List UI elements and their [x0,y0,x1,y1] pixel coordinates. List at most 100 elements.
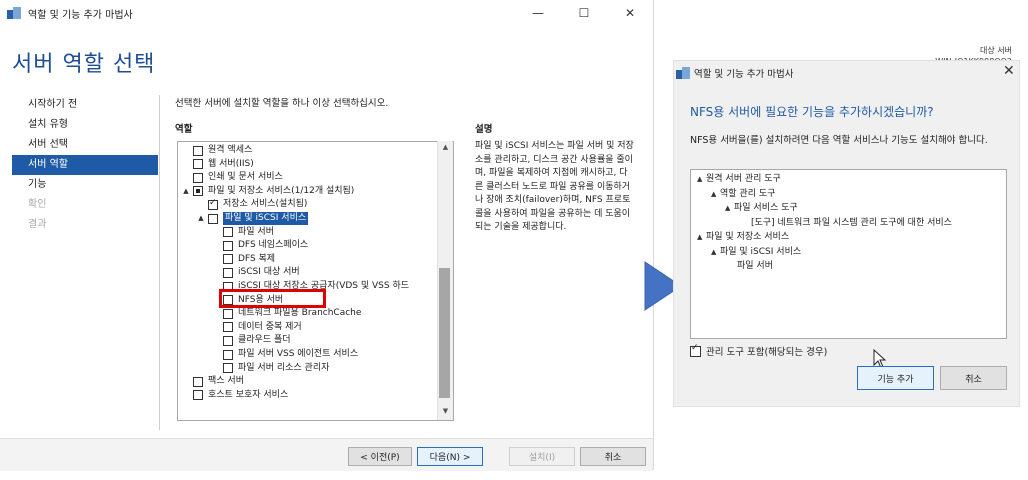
role-row[interactable]: ▲ 파일 및 iSCSI 서비스 [197,212,309,225]
dialog-question: NFS용 서버에 필요한 기능을 추가하시겠습니까? [690,105,934,119]
dialog-cancel-button[interactable]: 취소 [940,366,1007,390]
scroll-up-arrow-icon[interactable]: ▲ [438,143,453,151]
description-heading: 설명 [475,124,493,135]
feature-row[interactable]: ▲ 파일 서비스 도구 [725,202,798,215]
server-manager-icon [7,7,21,19]
feature-row[interactable]: [도구] 네트워크 파일 시스템 관리 도구에 대한 서비스 [751,217,952,230]
tree-expander-icon[interactable]: ▲ [725,202,734,215]
role-checkbox[interactable] [223,267,233,278]
cancel-button[interactable]: 취소 [580,447,646,466]
role-row[interactable]: ▲ 파일 및 저장소 서비스(1/12개 설치됨) [182,185,354,198]
role-checkbox[interactable] [208,197,218,210]
role-checkbox[interactable] [223,335,233,346]
scroll-down-arrow-icon[interactable]: ▼ [438,407,453,415]
tree-expander-icon[interactable]: ▲ [711,246,720,259]
role-row[interactable]: 파일 서버 [212,226,274,239]
role-checkbox[interactable] [193,186,203,197]
role-checkbox[interactable] [223,240,233,251]
nav-item-features[interactable]: 기능 [12,175,158,195]
role-checkbox[interactable] [223,363,233,374]
wizard-footer: < 이전(P) 다음(N) > 설치(I) 취소 [0,438,653,471]
role-label: 팩스 서버 [208,376,244,387]
role-row[interactable]: DFS 복제 [212,253,275,266]
page-title: 서버 역할 선택 [12,52,156,77]
role-row[interactable]: 클라우드 폴더 [212,334,291,347]
nav-item-results: 결과 [28,219,47,230]
required-features-tree[interactable]: ▲ 원격 서버 관리 도구 ▲ 역할 관리 도구 ▲ 파일 서비스 도구 [도구] 네트워크… [690,169,1007,339]
nav-item-server-selection[interactable]: 서버 선택 [12,135,158,155]
role-row[interactable]: DFS 네임스페이스 [212,239,308,252]
instruction-text: 선택한 서버에 설치할 역할을 하나 이상 선택하십시오. [175,98,389,109]
dialog-title: 역할 및 기능 추가 마법사 [694,69,794,80]
tree-expander-icon[interactable]: ▲ [197,212,205,225]
close-button[interactable]: ✕ [607,0,653,26]
role-checkbox[interactable] [193,376,203,387]
include-tools-checkbox[interactable] [690,343,701,357]
role-row[interactable]: 데이터 중복 제거 [212,321,302,334]
role-label: 웹 서버(IIS) [208,158,254,169]
role-label: 클라우드 폴더 [238,335,291,346]
role-checkbox[interactable] [223,308,233,319]
role-checkbox[interactable] [193,172,203,183]
role-checkbox[interactable] [223,349,233,360]
next-button[interactable]: 다음(N) > [417,447,483,466]
role-checkbox[interactable] [193,390,203,401]
role-label: 파일 서버 [238,226,274,237]
wizard-nav: 시작하기 전 설치 유형 서버 선택 서버 역할 기능 확인 결과 [12,95,158,235]
role-label: 파일 서버 리소스 관리자 [238,362,330,373]
feature-row[interactable]: ▲ 역할 관리 도구 [711,188,775,201]
role-label: 인쇄 및 문서 서비스 [208,172,283,183]
tree-expander-icon[interactable]: ▲ [697,173,706,186]
feature-label: [도구] 네트워크 파일 시스템 관리 도구에 대한 서비스 [751,217,952,228]
roles-scrollbar-thumb[interactable] [439,268,450,398]
role-row[interactable]: iSCSI 대상 서버 [212,266,300,279]
tree-expander-icon[interactable]: ▲ [182,185,190,198]
feature-row[interactable]: ▲ 파일 및 iSCSI 서비스 [711,246,801,259]
role-checkbox[interactable] [193,159,203,170]
role-checkbox[interactable] [208,213,218,224]
include-tools-option[interactable]: 관리 도구 포함(해당되는 경우) [690,343,828,358]
include-tools-label: 관리 도구 포함(해당되는 경우) [706,347,828,358]
nfs-highlight-box [219,289,326,308]
roles-tree[interactable]: 원격 액세스 웹 서버(IIS) 인쇄 및 문서 서비스 ▲ 파일 및 저장소 서비스(… [177,141,454,421]
role-label: 호스트 보호자 서비스 [208,389,289,400]
role-checkbox[interactable] [223,322,233,333]
minimize-button[interactable]: — [515,0,561,26]
role-row[interactable]: 저장소 서비스(설치됨) [197,197,307,211]
maximize-button[interactable]: ☐ [561,0,607,26]
nav-item-before-you-begin[interactable]: 시작하기 전 [12,95,158,115]
role-row[interactable]: 인쇄 및 문서 서비스 [182,171,283,184]
role-label: iSCSI 대상 서버 [238,267,300,278]
role-label: 네트워크 파일용 BranchCache [238,308,362,319]
feature-row[interactable]: ▲ 원격 서버 관리 도구 [697,173,781,186]
add-features-button[interactable]: 기능 추가 [857,366,934,390]
feature-row[interactable]: 파일 서버 [737,260,773,273]
dialog-close-icon[interactable]: ✕ [1003,63,1015,79]
role-label: 데이터 중복 제거 [238,321,302,332]
role-row[interactable]: 파일 서버 VSS 에이전트 서비스 [212,348,358,361]
nav-item-installation-type[interactable]: 설치 유형 [12,115,158,135]
role-row[interactable]: 팩스 서버 [182,375,244,388]
role-label: 파일 및 iSCSI 서비스 [223,212,309,225]
install-button: 설치(I) [509,447,575,466]
feature-row[interactable]: ▲ 파일 및 저장소 서비스 [697,231,789,244]
tree-expander-icon[interactable]: ▲ [711,188,720,201]
role-row[interactable]: 호스트 보호자 서비스 [182,389,288,402]
dialog-app-icon [676,67,690,79]
nav-item-server-roles[interactable]: 서버 역할 [12,155,158,175]
role-row[interactable]: 네트워크 파일용 BranchCache [212,307,361,320]
nav-divider [159,95,160,430]
feature-label: 역할 관리 도구 [720,188,776,199]
role-label: DFS 복제 [238,253,276,264]
role-row[interactable]: 원격 액세스 [182,144,252,157]
wizard-title: 역할 및 기능 추가 마법사 [28,9,133,21]
feature-label: 파일 및 iSCSI 서비스 [720,246,802,257]
tree-expander-icon[interactable]: ▲ [697,231,706,244]
feature-label: 파일 서버 [737,261,773,271]
role-row[interactable]: 웹 서버(IIS) [182,158,254,171]
role-checkbox[interactable] [193,145,203,156]
previous-button[interactable]: < 이전(P) [348,447,412,466]
role-row[interactable]: 파일 서버 리소스 관리자 [212,362,329,375]
role-checkbox[interactable] [223,254,233,265]
role-checkbox[interactable] [223,227,233,238]
